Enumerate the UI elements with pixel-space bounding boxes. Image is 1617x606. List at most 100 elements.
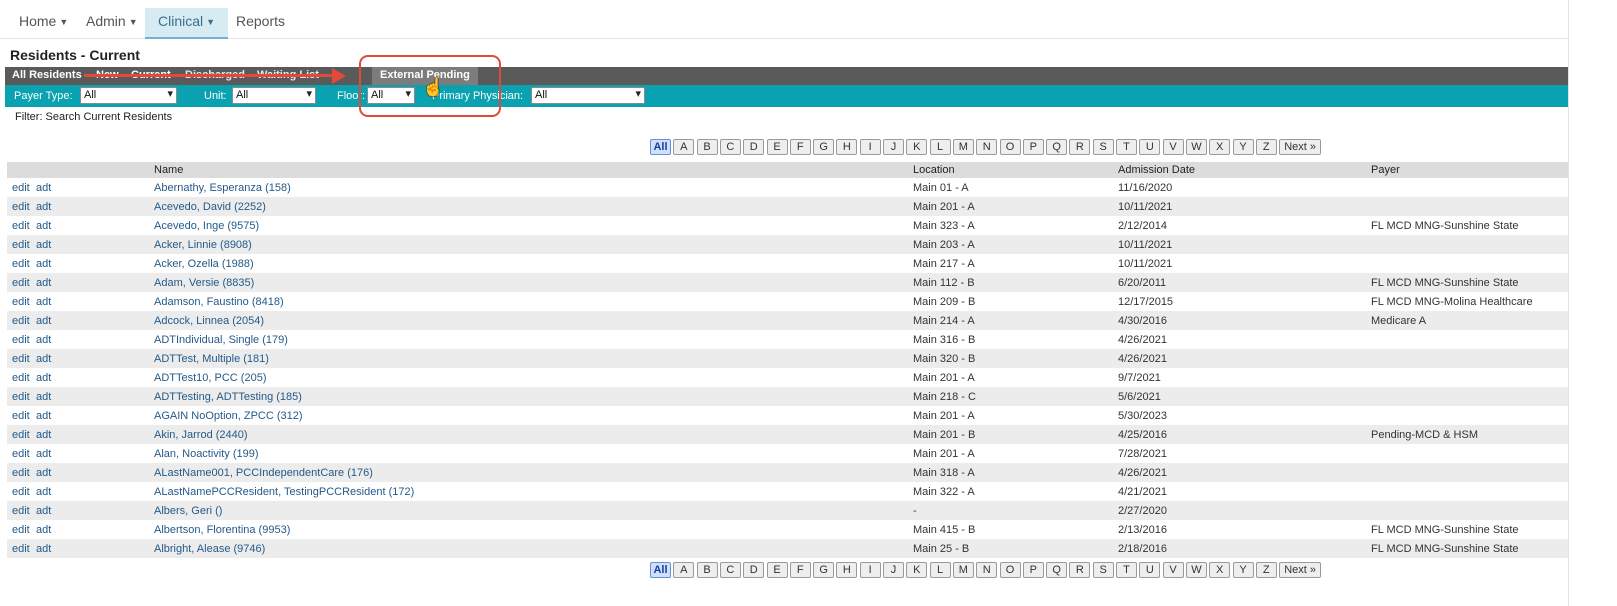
edit-link[interactable]: edit	[12, 372, 30, 384]
adt-link[interactable]: adt	[36, 353, 51, 365]
pager-letter-button[interactable]: M	[952, 139, 974, 155]
adt-link[interactable]: adt	[36, 182, 51, 194]
pager-letter-button[interactable]: N	[976, 139, 998, 155]
resident-name-link[interactable]: ADTTesting, ADTTesting (185)	[154, 391, 302, 403]
nav-admin[interactable]: Admin ▼	[80, 8, 144, 39]
pager-letter-button[interactable]: R	[1069, 139, 1091, 155]
nav-reports[interactable]: Reports	[230, 8, 291, 39]
resident-name-link[interactable]: ADTIndividual, Single (179)	[154, 334, 288, 346]
pager-letter-button[interactable]: X	[1209, 562, 1231, 578]
adt-link[interactable]: adt	[36, 467, 51, 479]
pager-letter-button[interactable]: I	[859, 139, 881, 155]
resident-name-link[interactable]: ADTTest10, PCC (205)	[154, 372, 266, 384]
adt-link[interactable]: adt	[36, 524, 51, 536]
column-header-location[interactable]: Location	[913, 164, 955, 176]
primary-physician-select[interactable]: All ▾	[531, 87, 645, 104]
pager-letter-button[interactable]: P	[1022, 562, 1044, 578]
edit-link[interactable]: edit	[12, 277, 30, 289]
edit-link[interactable]: edit	[12, 353, 30, 365]
resident-name-link[interactable]: Acker, Ozella (1988)	[154, 258, 254, 270]
edit-link[interactable]: edit	[12, 524, 30, 536]
tab-all-residents[interactable]: All Residents	[12, 69, 82, 81]
adt-link[interactable]: adt	[36, 505, 51, 517]
adt-link[interactable]: adt	[36, 239, 51, 251]
pager-letter-button[interactable]: U	[1139, 139, 1161, 155]
pager-letter-button[interactable]: K	[906, 139, 928, 155]
adt-link[interactable]: adt	[36, 258, 51, 270]
pager-next-button[interactable]: Next »	[1279, 562, 1322, 578]
adt-link[interactable]: adt	[36, 315, 51, 327]
pager-letter-button[interactable]: J	[883, 139, 904, 155]
pager-letter-button[interactable]: L	[929, 562, 951, 578]
payer-type-select[interactable]: All ▾	[80, 87, 177, 104]
pager-letter-button[interactable]: U	[1139, 562, 1161, 578]
pager-letter-button[interactable]: N	[976, 562, 998, 578]
resident-name-link[interactable]: Albers, Geri ()	[154, 505, 222, 517]
pager-letter-button[interactable]: T	[1116, 139, 1137, 155]
pager-letter-button[interactable]: All	[650, 139, 671, 155]
pager-letter-button[interactable]: Q	[1046, 139, 1068, 155]
resident-name-link[interactable]: Albertson, Florentina (9953)	[154, 524, 290, 536]
pager-letter-button[interactable]: Y	[1232, 139, 1254, 155]
pager-letter-button[interactable]: R	[1069, 562, 1091, 578]
pager-letter-button[interactable]: Q	[1046, 562, 1068, 578]
edit-link[interactable]: edit	[12, 410, 30, 422]
pager-letter-button[interactable]: K	[906, 562, 928, 578]
pager-letter-button[interactable]: F	[789, 562, 811, 578]
resident-name-link[interactable]: ALastNamePCCResident, TestingPCCResident…	[154, 486, 414, 498]
edit-link[interactable]: edit	[12, 201, 30, 213]
pager-letter-button[interactable]: A	[673, 562, 695, 578]
column-header-payer[interactable]: Payer	[1371, 164, 1400, 176]
nav-clinical[interactable]: Clinical ▼	[145, 8, 229, 39]
resident-name-link[interactable]: Akin, Jarrod (2440)	[154, 429, 248, 441]
pager-letter-button[interactable]: O	[999, 562, 1021, 578]
adt-link[interactable]: adt	[36, 296, 51, 308]
resident-name-link[interactable]: Acker, Linnie (8908)	[154, 239, 252, 251]
adt-link[interactable]: adt	[36, 372, 51, 384]
edit-link[interactable]: edit	[12, 429, 30, 441]
pager-letter-button[interactable]: S	[1092, 562, 1114, 578]
resident-name-link[interactable]: Acevedo, Inge (9575)	[154, 220, 259, 232]
pager-letter-button[interactable]: Y	[1232, 562, 1254, 578]
adt-link[interactable]: adt	[36, 391, 51, 403]
edit-link[interactable]: edit	[12, 448, 30, 460]
pager-letter-button[interactable]: V	[1162, 139, 1184, 155]
edit-link[interactable]: edit	[12, 486, 30, 498]
pager-letter-button[interactable]: Z	[1255, 139, 1277, 155]
pager-letter-button[interactable]: W	[1185, 139, 1207, 155]
resident-name-link[interactable]: Alan, Noactivity (199)	[154, 448, 259, 460]
resident-name-link[interactable]: Albright, Alease (9746)	[154, 543, 265, 555]
resident-name-link[interactable]: Acevedo, David (2252)	[154, 201, 266, 213]
edit-link[interactable]: edit	[12, 182, 30, 194]
pager-letter-button[interactable]: X	[1209, 139, 1231, 155]
adt-link[interactable]: adt	[36, 486, 51, 498]
pager-letter-button[interactable]: E	[766, 139, 788, 155]
resident-name-link[interactable]: Adcock, Linnea (2054)	[154, 315, 264, 327]
pager-letter-button[interactable]: O	[999, 139, 1021, 155]
pager-letter-button[interactable]: C	[719, 139, 741, 155]
pager-letter-button[interactable]: G	[813, 562, 835, 578]
edit-link[interactable]: edit	[12, 220, 30, 232]
pager-letter-button[interactable]: All	[650, 562, 671, 578]
adt-link[interactable]: adt	[36, 429, 51, 441]
nav-home[interactable]: Home ▼	[13, 8, 74, 39]
pager-letter-button[interactable]: S	[1092, 139, 1114, 155]
adt-link[interactable]: adt	[36, 201, 51, 213]
adt-link[interactable]: adt	[36, 334, 51, 346]
pager-next-button[interactable]: Next »	[1279, 139, 1322, 155]
resident-name-link[interactable]: Abernathy, Esperanza (158)	[154, 182, 291, 194]
column-header-name[interactable]: Name	[154, 164, 183, 176]
unit-select[interactable]: All ▾	[232, 87, 316, 104]
edit-link[interactable]: edit	[12, 296, 30, 308]
pager-letter-button[interactable]: J	[883, 562, 904, 578]
pager-letter-button[interactable]: C	[719, 562, 741, 578]
adt-link[interactable]: adt	[36, 543, 51, 555]
adt-link[interactable]: adt	[36, 220, 51, 232]
edit-link[interactable]: edit	[12, 334, 30, 346]
edit-link[interactable]: edit	[12, 505, 30, 517]
pager-letter-button[interactable]: A	[673, 139, 695, 155]
adt-link[interactable]: adt	[36, 448, 51, 460]
resident-name-link[interactable]: ALastName001, PCCIndependentCare (176)	[154, 467, 373, 479]
edit-link[interactable]: edit	[12, 467, 30, 479]
edit-link[interactable]: edit	[12, 391, 30, 403]
